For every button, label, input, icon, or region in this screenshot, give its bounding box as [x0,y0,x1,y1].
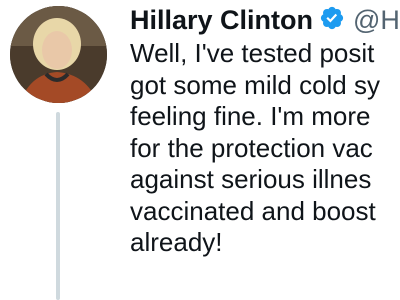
tweet-text-line: against serious illnes [130,164,372,194]
author-name[interactable]: Hillary Clinton [130,5,313,35]
tweet-text-line: for the protection vac [130,132,373,163]
tweet-text-line: feeling fine. I'm more [130,101,371,131]
tweet-text-line: got some mild cold sy [130,69,380,100]
thread-line [56,112,60,300]
tweet[interactable]: Hillary Clinton @H Well, I've tested posi… [0,0,400,300]
verified-badge-icon [319,5,345,31]
avatar-image [10,6,107,103]
tweet-text-line: already! [130,227,223,257]
tweet-text: Well, I've tested posit got some mild co… [130,38,400,259]
tweet-header: Hillary Clinton @H [130,2,400,38]
author-handle[interactable]: @H [353,5,400,35]
tweet-text-line: Well, I've tested posit [130,38,375,68]
avatar[interactable] [10,6,107,103]
tweet-text-line: vaccinated and boost [130,195,376,226]
